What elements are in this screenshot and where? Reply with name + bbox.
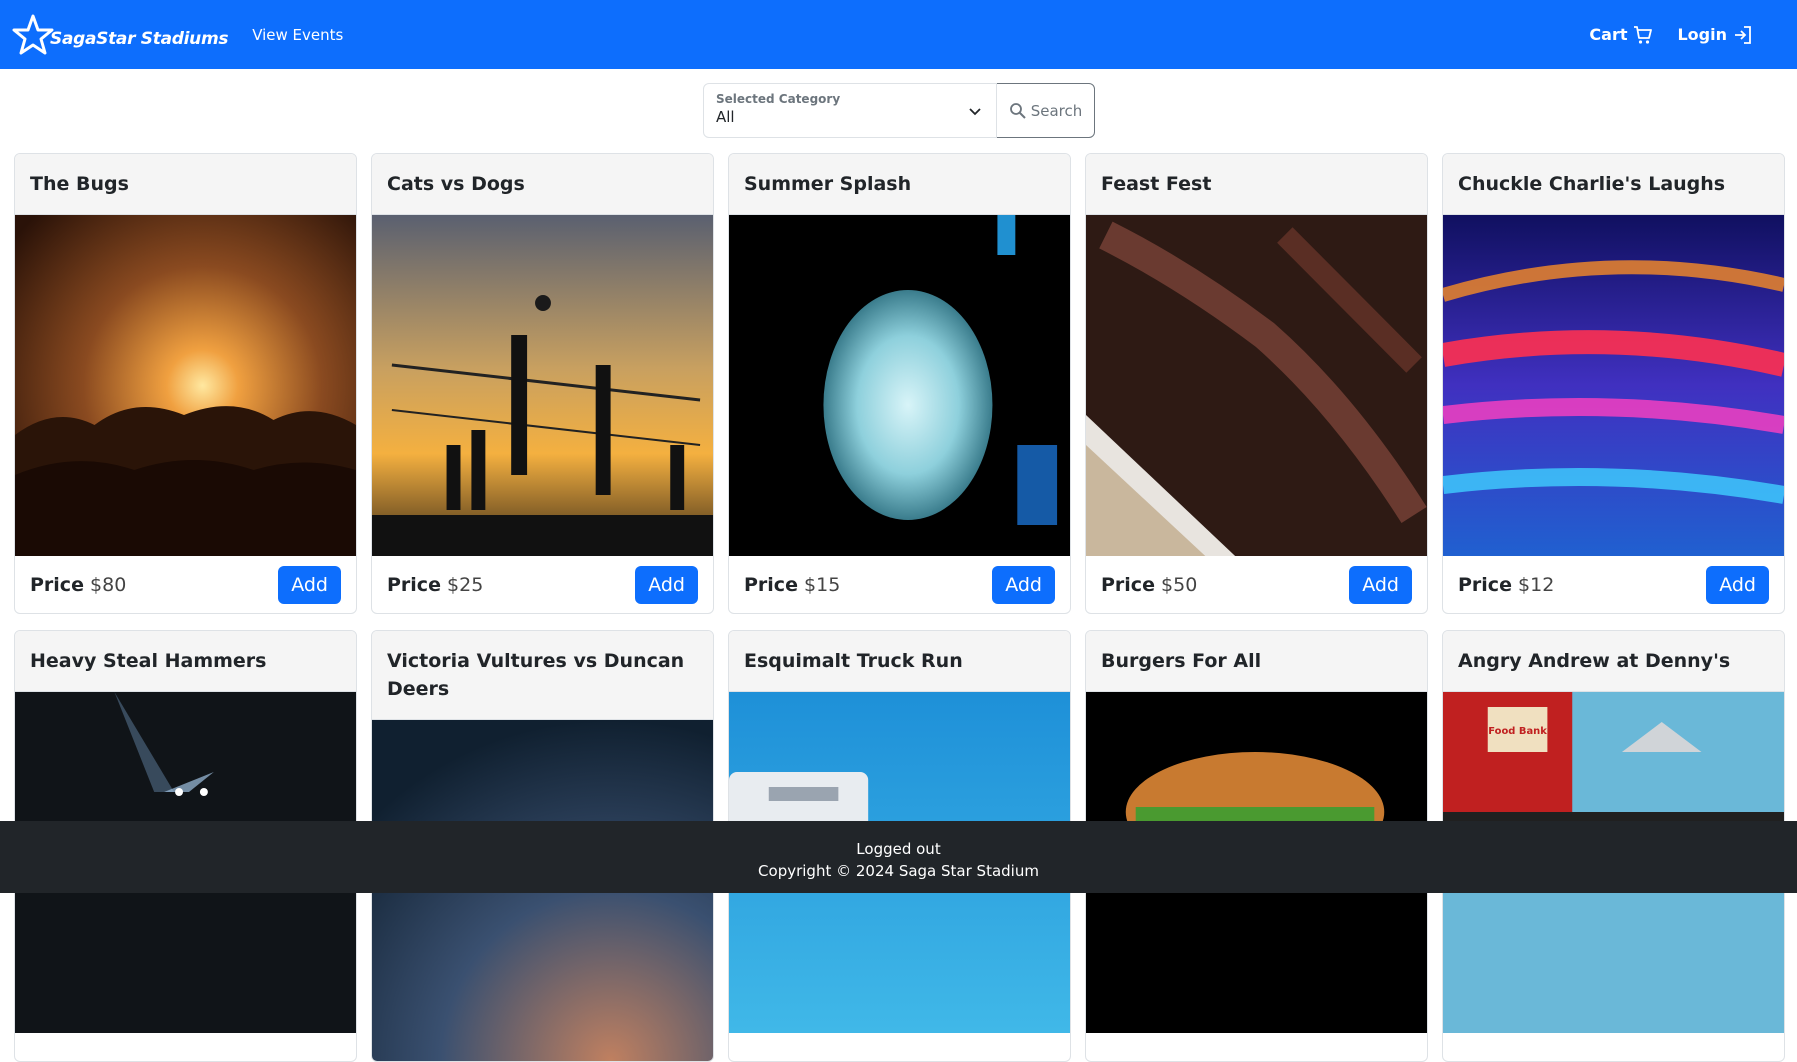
event-title: Chuckle Charlie's Laughs — [1443, 154, 1784, 215]
cart-link[interactable]: Cart — [1589, 25, 1653, 45]
event-title: Feast Fest — [1086, 154, 1427, 215]
event-card: The Bugs Price $80 Add — [14, 153, 357, 614]
event-card: Feast Fest Price $50 Add — [1085, 153, 1428, 614]
search-button[interactable]: Search — [996, 83, 1095, 138]
event-price: Price $25 — [387, 573, 484, 596]
diner-sign: Food Bank — [1488, 726, 1547, 737]
search-button-label: Search — [1030, 101, 1083, 120]
event-title: Burgers For All — [1086, 631, 1427, 692]
nav-view-events[interactable]: View Events — [252, 26, 343, 44]
search-bar: Selected Category All Search — [703, 83, 1095, 138]
event-price: Price $12 — [1458, 573, 1555, 596]
search-icon — [1009, 102, 1026, 119]
event-title: Angry Andrew at Denny's — [1443, 631, 1784, 692]
event-title: Heavy Steal Hammers — [15, 631, 356, 692]
star-logo-icon — [12, 14, 54, 54]
event-image-neon — [1443, 215, 1784, 556]
login-link[interactable]: Login — [1677, 25, 1753, 45]
event-title: Summer Splash — [729, 154, 1070, 215]
login-icon — [1735, 25, 1751, 44]
event-title: The Bugs — [15, 154, 356, 215]
event-card: Chuckle Charlie's Laughs Price $12 Add — [1442, 153, 1785, 614]
category-value: All — [716, 108, 735, 126]
event-image-concert — [15, 215, 356, 556]
event-price: Price $50 — [1101, 573, 1198, 596]
event-image-splash — [729, 215, 1070, 556]
event-title: Esquimalt Truck Run — [729, 631, 1070, 692]
event-grid: The Bugs Price $80 Add Cats vs Dogs Pric… — [14, 153, 1785, 1062]
event-card: Cats vs Dogs Price $25 Add — [371, 153, 714, 614]
brand-logo[interactable]: SagaStar Stadiums — [12, 14, 228, 56]
cart-label: Cart — [1589, 25, 1628, 44]
event-price: Price $80 — [30, 573, 127, 596]
event-image-volleyball — [372, 215, 713, 556]
event-title: Cats vs Dogs — [372, 154, 713, 215]
login-status: Logged out — [856, 840, 941, 858]
footer: Logged out Copyright © 2024 Saga Star St… — [0, 821, 1797, 893]
event-image-ribs — [1086, 215, 1427, 556]
category-label: Selected Category — [716, 92, 841, 106]
add-button[interactable]: Add — [992, 565, 1055, 604]
brand-name: SagaStar Stadiums — [50, 28, 229, 49]
chevron-down-icon — [969, 108, 981, 116]
add-button[interactable]: Add — [1706, 565, 1769, 604]
category-select[interactable]: Selected Category All — [703, 83, 997, 138]
event-price: Price $15 — [744, 573, 841, 596]
login-label: Login — [1677, 25, 1727, 44]
add-button[interactable]: Add — [635, 565, 698, 604]
event-card: Summer Splash Price $15 Add — [728, 153, 1071, 614]
add-button[interactable]: Add — [1349, 565, 1412, 604]
copyright: Copyright © 2024 Saga Star Stadium — [758, 862, 1039, 880]
cart-icon — [1634, 25, 1653, 44]
navbar: SagaStar Stadiums View Events Cart Login — [0, 0, 1797, 69]
event-title: Victoria Vultures vs Duncan Deers — [372, 631, 713, 720]
add-button[interactable]: Add — [278, 565, 341, 604]
